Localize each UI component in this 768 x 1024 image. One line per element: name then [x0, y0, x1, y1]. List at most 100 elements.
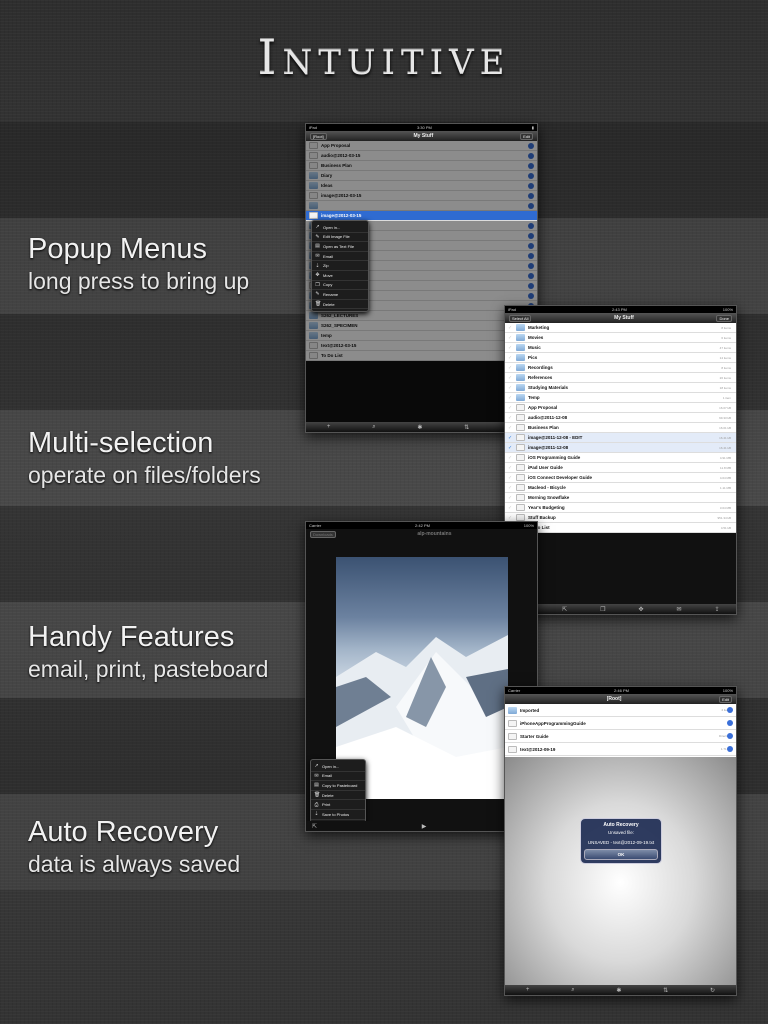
list-item[interactable]: ✓ Marketing 8 items: [505, 323, 736, 333]
edit-button[interactable]: Edit: [719, 695, 732, 703]
move-icon[interactable]: ✥: [638, 606, 643, 613]
menu-item[interactable]: ✥ Move: [312, 271, 368, 281]
list-item[interactable]: ✓ References 26 items: [505, 373, 736, 383]
checkmark-icon[interactable]: ✓: [508, 445, 513, 451]
list-item[interactable]: ✓ App Proposal 16.07 kB: [505, 403, 736, 413]
menu-item[interactable]: ⇣ Save to Photos: [311, 810, 365, 820]
ok-button[interactable]: OK: [584, 849, 658, 860]
status-bar: iPad 3:30 PM ▮: [306, 124, 537, 131]
list-item[interactable]: ✓ iPad User Guide 11.8 MB: [505, 463, 736, 473]
list-item[interactable]: ✓ Music 47 items: [505, 343, 736, 353]
sort-icon[interactable]: ⇅: [464, 424, 469, 431]
checkmark-icon[interactable]: ✓: [508, 505, 513, 511]
row-name: Movies: [528, 335, 544, 340]
checkmark-icon[interactable]: ✓: [508, 475, 513, 481]
list-item[interactable]: ✓ Recordings 8 items: [505, 363, 736, 373]
menu-item[interactable]: ⎙ Print: [311, 800, 365, 810]
menu-item[interactable]: ⇣ Zip: [312, 261, 368, 271]
checkmark-icon[interactable]: ✓: [508, 325, 513, 331]
checkmark-icon[interactable]: ✓: [508, 335, 513, 341]
checkmark-icon[interactable]: ✓: [508, 375, 513, 381]
menu-item-label: Rename: [323, 291, 339, 297]
list-item[interactable]: ✓ image@2011-12-08 - EDIT 16.41 kB: [505, 433, 736, 443]
list-item[interactable]: ✓ iOS Connect Developer Guide 4.04 MB: [505, 473, 736, 483]
menu-item[interactable]: ❐ Copy: [312, 281, 368, 291]
share-icon[interactable]: ⇪: [714, 606, 719, 613]
popup-menu: ↗ Open in... ✉ Email ▤ Copy to Pasteboard 🗑 Del…: [310, 759, 366, 823]
nav-title: My Stuff: [614, 315, 634, 321]
menu-item[interactable]: ✉ Email: [312, 252, 368, 262]
copy-icon[interactable]: ❐: [600, 606, 605, 613]
checkmark-icon[interactable]: ✓: [508, 485, 513, 491]
export-icon[interactable]: ⇱: [562, 606, 567, 613]
menu-item[interactable]: ↗ Open in...: [312, 223, 368, 233]
root-button[interactable]: [Root]: [310, 132, 327, 140]
nav-bar: [Root] My Stuff Edit: [306, 131, 537, 141]
menu-item[interactable]: ▤ Copy to Pasteboard: [311, 781, 365, 791]
settings-icon[interactable]: ✱: [417, 424, 422, 431]
add-icon[interactable]: +: [526, 987, 530, 993]
checkmark-icon[interactable]: ✓: [508, 395, 513, 401]
checkmark-icon[interactable]: ✓: [508, 355, 513, 361]
checkmark-icon[interactable]: ✓: [508, 435, 513, 441]
checkmark-icon[interactable]: ✓: [508, 365, 513, 371]
checkmark-icon[interactable]: ✓: [508, 425, 513, 431]
recovery-alert: Auto Recovery Unsaved file: UNSAVED - te…: [580, 818, 662, 864]
carrier-label: Carrier: [508, 688, 521, 693]
action-icon[interactable]: ⇱: [312, 823, 317, 830]
checkmark-icon[interactable]: ✓: [508, 345, 513, 351]
menu-item[interactable]: ↗ Open in...: [311, 762, 365, 772]
menu-item[interactable]: 🗑 Delete: [312, 300, 368, 310]
menu-item[interactable]: ✉ Email: [311, 772, 365, 782]
play-icon[interactable]: ▶: [422, 823, 427, 830]
downloads-button[interactable]: Downloads: [310, 530, 336, 538]
detail-disclosure-icon[interactable]: [727, 720, 733, 726]
menu-item[interactable]: ▤ Open as Text File: [312, 242, 368, 252]
search-icon[interactable]: ⌕: [571, 987, 574, 994]
detail-disclosure-icon[interactable]: [727, 733, 733, 739]
checkmark-icon[interactable]: ✓: [508, 405, 513, 411]
refresh-icon[interactable]: ↻: [710, 987, 715, 994]
list-item[interactable]: ✓ Studying Materials 18 items: [505, 383, 736, 393]
list-item[interactable]: ✓ Movies 6 items: [505, 333, 736, 343]
list-item[interactable]: ✓ Pics 14 items: [505, 353, 736, 363]
menu-item[interactable]: ✎ Edit Image File: [312, 233, 368, 243]
checkmark-icon[interactable]: ✓: [508, 415, 513, 421]
list-item[interactable]: ✓ Macleod - Bicycle 1.11 MB: [505, 483, 736, 493]
search-icon[interactable]: ⌕: [372, 424, 375, 431]
checkmark-icon[interactable]: ✓: [508, 385, 513, 391]
menu-item[interactable]: 🗑 Delete: [311, 791, 365, 801]
list-item[interactable]: Starter Guide Directory: [505, 730, 736, 743]
list-item[interactable]: ✓ Morning Snowflake: [505, 493, 736, 503]
email-icon[interactable]: ✉: [676, 606, 681, 613]
list-item[interactable]: ✓ iOS Programming Guide 4.91 MB: [505, 453, 736, 463]
list-item[interactable]: ✓ image@2011-12-08 16.41 kB: [505, 443, 736, 453]
list-item[interactable]: ✓ Year's Budgeting 3.04 MB: [505, 503, 736, 513]
detail-disclosure-icon[interactable]: [727, 707, 733, 713]
settings-icon[interactable]: ✱: [616, 987, 621, 994]
list-item[interactable]: iPhoneAppProgrammingGuide: [505, 717, 736, 730]
checkmark-icon[interactable]: ✓: [508, 495, 513, 501]
list-item[interactable]: ✓ Stuff Backup 951.34 kB: [505, 513, 736, 523]
checkmark-icon[interactable]: ✓: [508, 465, 513, 471]
list-item[interactable]: Imported4 items: [505, 704, 736, 717]
list-item[interactable]: ✓To Do List4.51 kB: [505, 523, 736, 533]
list-item[interactable]: ✓ audio@2011-12-08 99.33 kB: [505, 413, 736, 423]
list-item[interactable]: text@2012-09-19 1.71 kB: [505, 743, 736, 756]
sort-icon[interactable]: ⇅: [663, 987, 668, 994]
menu-item[interactable]: ✎ Rename: [312, 290, 368, 300]
folder-icon: [508, 706, 517, 714]
checkmark-icon[interactable]: ✓: [508, 455, 513, 461]
nav-bar: [Root] Edit: [505, 694, 736, 704]
done-button[interactable]: Done: [716, 314, 732, 322]
zip-icon: ⇣: [315, 262, 320, 269]
select-all-button[interactable]: Select All: [509, 314, 532, 322]
detail-disclosure-icon[interactable]: [727, 746, 733, 752]
add-icon[interactable]: +: [327, 424, 331, 430]
checkmark-icon[interactable]: ✓: [508, 515, 513, 521]
list-item[interactable]: ✓ Temp 1 item: [505, 393, 736, 403]
list-item[interactable]: ✓ Business Plan 16.01 kB: [505, 423, 736, 433]
file-icon: [516, 474, 525, 481]
copy-icon: ❐: [315, 281, 320, 288]
edit-button[interactable]: Edit: [520, 132, 533, 140]
